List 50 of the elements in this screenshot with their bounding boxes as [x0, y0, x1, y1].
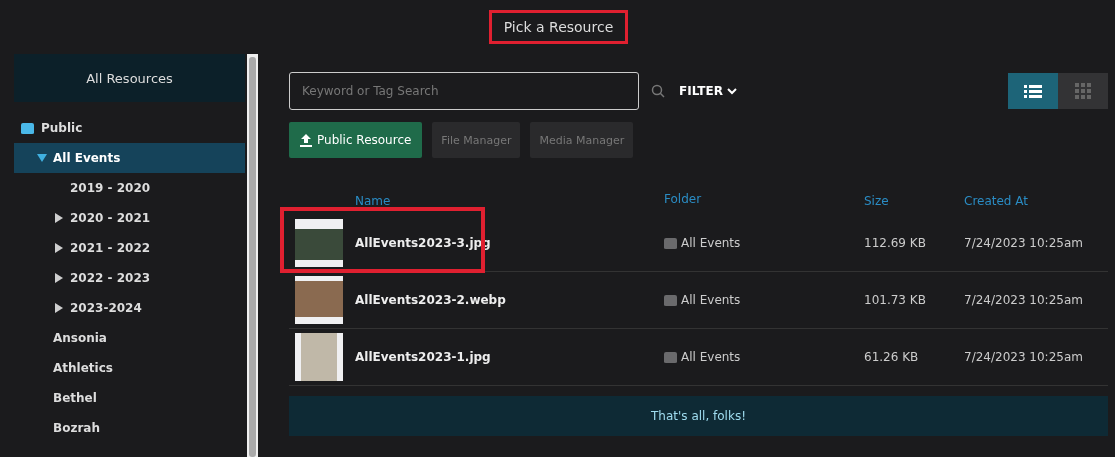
tree-item[interactable]: Bethel [14, 383, 245, 413]
tree-item[interactable]: 2020 - 2021 [14, 203, 245, 233]
tree-item[interactable]: Bozrah [14, 413, 245, 443]
file-size: 112.69 KB [864, 236, 927, 250]
list-icon [1024, 84, 1042, 98]
folder-name: All Events [681, 350, 741, 364]
upload-button[interactable]: Public Resource [289, 122, 423, 158]
created-date: 7/24/2023 10:25am [964, 293, 1084, 307]
column-header[interactable]: Created At [964, 193, 1028, 208]
filter-button[interactable]: FILTER [679, 84, 737, 98]
upload-icon [300, 133, 312, 147]
list-view-button[interactable] [1008, 73, 1058, 109]
caret-icon[interactable] [54, 243, 64, 253]
search-icon[interactable] [651, 84, 665, 98]
photo-placeholder [295, 219, 343, 267]
file-name[interactable]: AllEvents2023-2.webp [355, 293, 506, 307]
created-date: 7/24/2023 10:25am [964, 350, 1084, 364]
photo-placeholder [295, 333, 343, 381]
tree-item[interactable]: All Events [14, 143, 245, 173]
folder-name: All Events [681, 236, 741, 250]
tree-item[interactable]: 2021 - 2022 [14, 233, 245, 263]
chevron-down-icon [726, 87, 737, 95]
folder-icon [664, 294, 677, 306]
caret-icon[interactable] [54, 273, 64, 283]
caret-icon[interactable] [54, 303, 64, 313]
grid-icon [1075, 83, 1091, 99]
file-size: 61.26 KB [864, 350, 920, 364]
search-field[interactable]: Keyword or Tag Search [289, 72, 639, 110]
file-size: 101.73 KB [864, 293, 927, 307]
created-date: 7/24/2023 10:25am [964, 236, 1084, 250]
scrollbar[interactable] [247, 54, 258, 457]
sidebar-header: All Resources [14, 54, 245, 102]
tree-item[interactable]: Ansonia [14, 323, 245, 353]
tree-item[interactable]: Athletics [14, 353, 245, 383]
end-of-list-banner: That's all, folks! [289, 396, 1108, 436]
caret-icon[interactable] [54, 213, 64, 223]
photo-placeholder [295, 276, 343, 324]
tree-item[interactable]: 2022 - 2023 [14, 263, 245, 293]
folder-icon [664, 351, 677, 363]
folder-icon [20, 121, 35, 135]
dialog-title: Pick a Resource [488, 10, 629, 44]
tree-item[interactable]: 2023-2024 [14, 293, 245, 323]
file-name[interactable]: AllEvents2023-1.jpg [355, 350, 491, 364]
tree-item[interactable]: Public [14, 113, 245, 143]
column-header[interactable]: Size [864, 193, 889, 208]
folder-icon [664, 237, 677, 249]
column-header[interactable]: Name [355, 193, 391, 208]
column-header[interactable]: Folder [664, 192, 702, 206]
tree-item[interactable]: 2019 - 2020 [14, 173, 245, 203]
folder-name: All Events [681, 293, 741, 307]
